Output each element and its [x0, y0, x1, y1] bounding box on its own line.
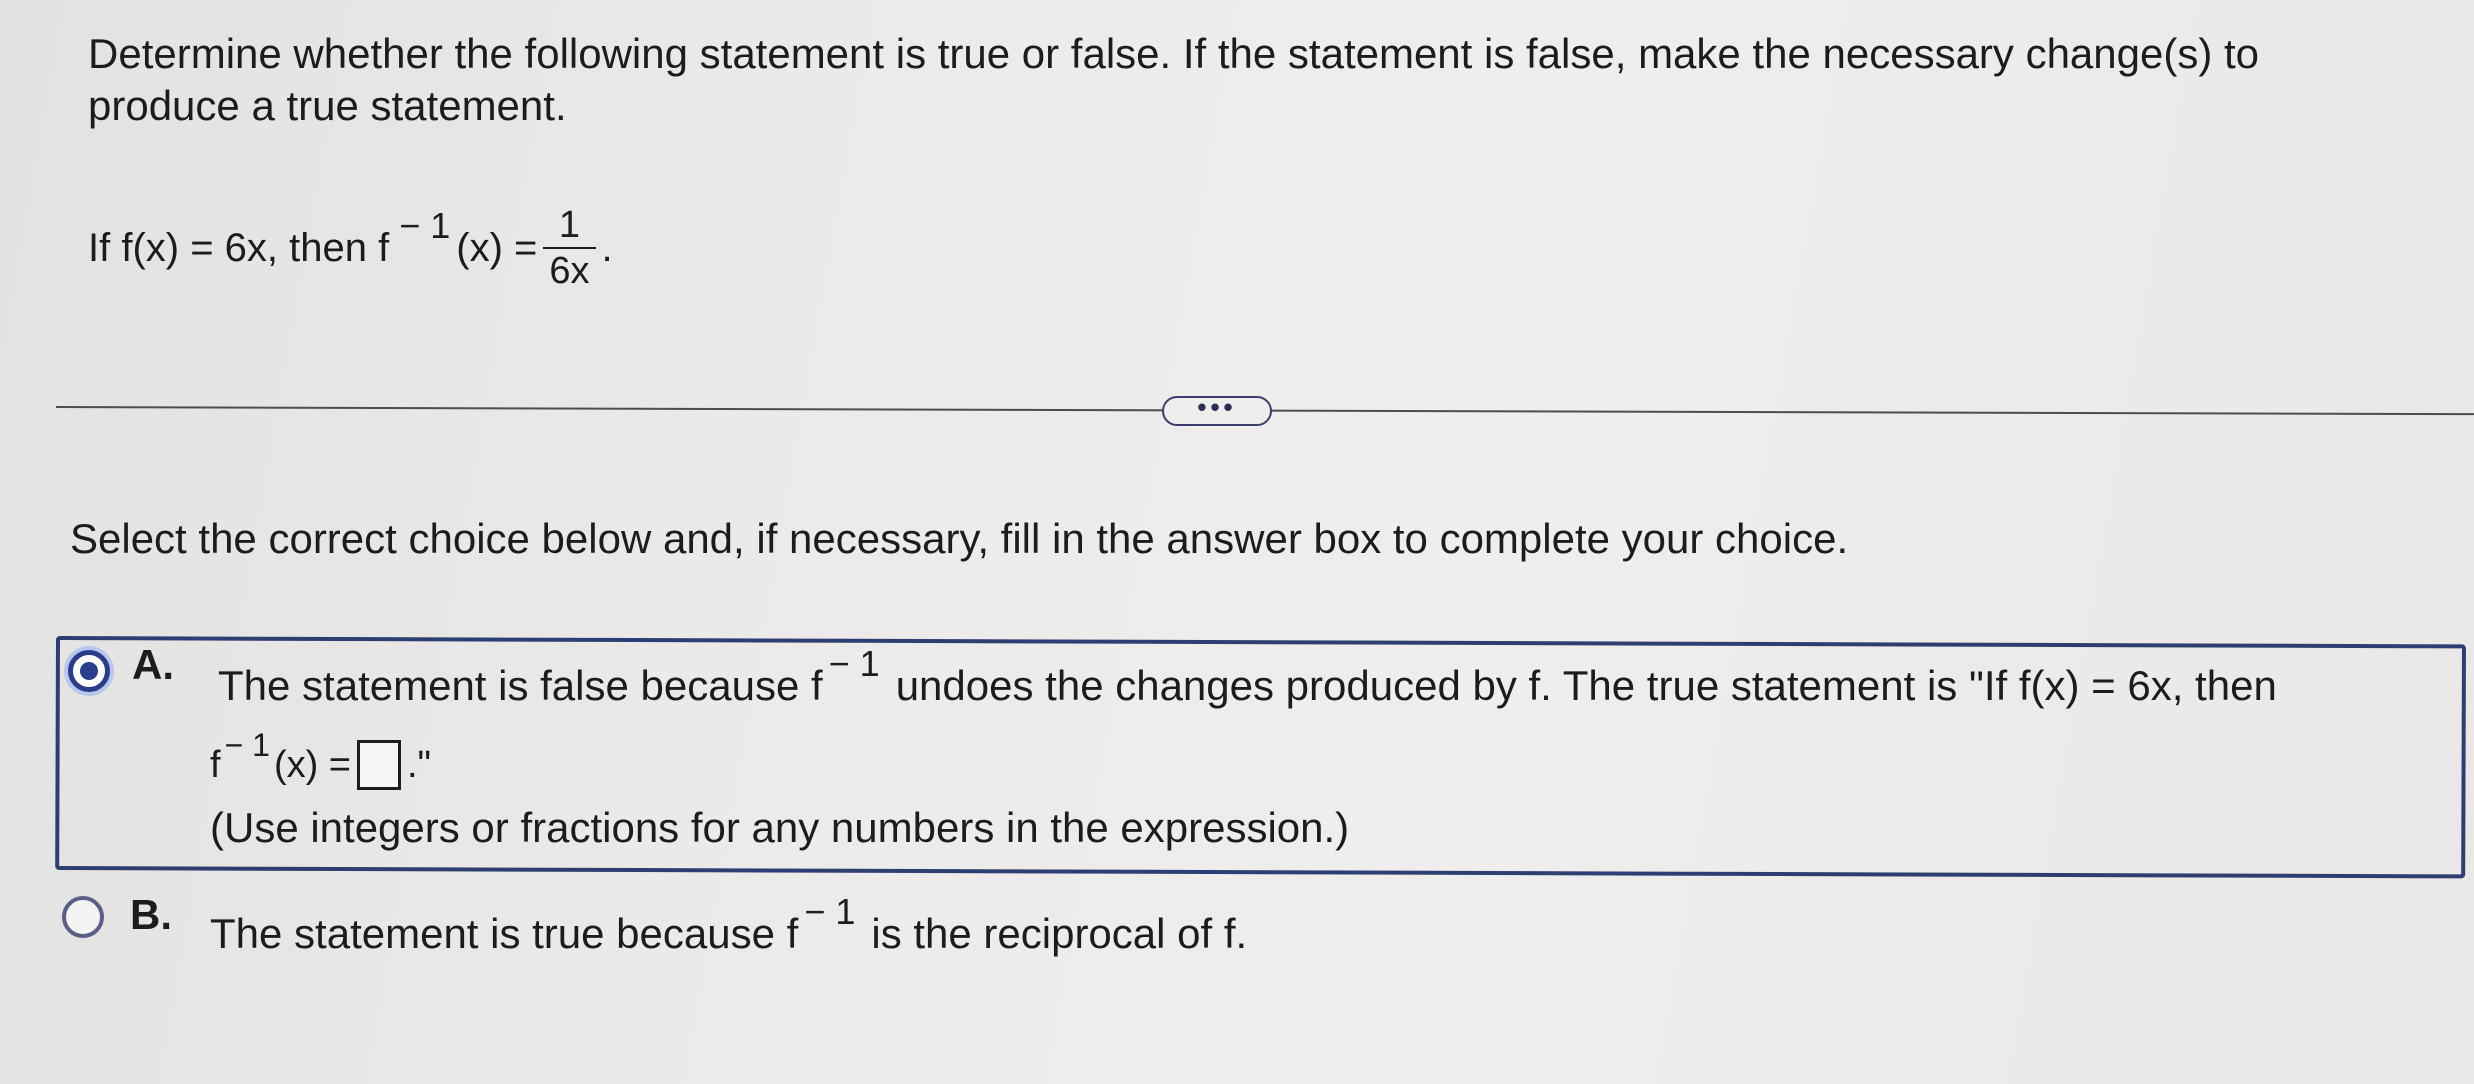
statement-middle: (x) = — [456, 225, 538, 270]
choice-a-answer-line: f − 1 (x) = ." — [210, 727, 432, 790]
question-statement: If f(x) = 6x, then f − 1 (x) = 1 6x . — [88, 188, 613, 308]
answer-exponent: − 1 — [224, 726, 270, 763]
choice-b-exponent: − 1 — [804, 891, 856, 932]
answer-prefix: f — [210, 743, 221, 786]
choice-a-text: The statement is false because f − 1 und… — [218, 643, 2277, 714]
fraction-denominator: 6x — [549, 250, 590, 292]
choice-a-letter: A. — [132, 641, 174, 688]
question-prompt: Determine whether the following statemen… — [88, 30, 2260, 129]
instruction-text: Select the correct choice below and, if … — [70, 515, 1849, 562]
answer-suffix: ." — [407, 743, 432, 786]
choice-b-text-after: is the reciprocal of f. — [871, 910, 1248, 957]
statement-exponent: − 1 — [399, 205, 451, 246]
choice-a-radio[interactable] — [68, 650, 110, 692]
choice-a-text-before: The statement is false because f — [218, 662, 823, 709]
choice-b-text-before: The statement is true because f — [210, 910, 799, 957]
radio-selected-dot-icon — [80, 662, 98, 680]
choice-a-text-after: undoes the changes produced by f. The tr… — [895, 662, 2277, 709]
choice-b-text: The statement is true because f − 1 is t… — [210, 891, 1248, 962]
fraction-numerator: 1 — [558, 204, 581, 246]
more-options-button[interactable]: ••• — [1162, 394, 1272, 426]
choice-a-exponent: − 1 — [828, 643, 880, 684]
statement-fraction: 1 6x — [543, 203, 596, 293]
answer-middle: (x) = — [273, 743, 351, 786]
statement-prefix: If f(x) = 6x, then f — [88, 225, 390, 270]
choice-a-hint: (Use integers or fractions for any numbe… — [210, 804, 1350, 851]
statement-suffix: . — [601, 225, 613, 270]
answer-input-box[interactable] — [357, 740, 401, 790]
choice-b-letter: B. — [130, 891, 172, 938]
choice-b-radio[interactable] — [62, 896, 104, 938]
